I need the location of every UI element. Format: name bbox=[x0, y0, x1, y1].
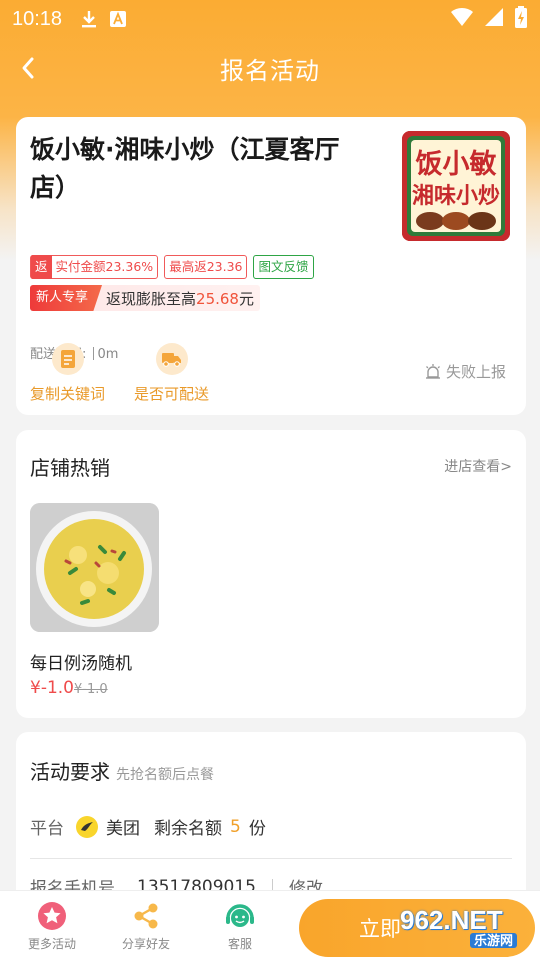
document-icon bbox=[51, 343, 84, 375]
share-icon bbox=[134, 903, 158, 929]
copy-keyword-button[interactable]: 复制关键词 bbox=[30, 343, 105, 404]
truck-icon bbox=[155, 343, 188, 375]
tab-customer-service-label: 客服 bbox=[227, 937, 252, 951]
newbie-badge: 新人专享 bbox=[30, 285, 103, 311]
status-time: 10:18 bbox=[12, 7, 63, 30]
divider bbox=[30, 858, 512, 859]
dish-original-price: ¥-1.0 bbox=[74, 682, 108, 697]
meituan-icon bbox=[76, 815, 98, 838]
requirements-title: 活动要求 bbox=[30, 760, 110, 784]
dish-name: 每日例汤随机 bbox=[30, 654, 132, 674]
dish-current-price: ¥-1.0 bbox=[30, 678, 74, 698]
newbie-text-label: 返现膨胀至高 bbox=[106, 289, 197, 308]
copy-keyword-label: 复制关键词 bbox=[30, 385, 106, 403]
alarm-icon bbox=[426, 363, 440, 379]
dish-price: ¥-1.0¥-1.0 bbox=[30, 678, 108, 698]
newbie-amount: 25.68 bbox=[196, 289, 239, 308]
signal-icon bbox=[484, 7, 504, 31]
failure-report-label: 失败上报 bbox=[446, 363, 507, 381]
dish-image[interactable] bbox=[30, 503, 159, 632]
cashback-tag: 返 实付金额23.36% bbox=[30, 255, 159, 279]
app-a-icon bbox=[110, 11, 127, 27]
watermark: 962.NET 乐游网 bbox=[400, 905, 518, 949]
tab-share-friends-label: 分享好友 bbox=[121, 937, 170, 951]
promo-tags: 返 实付金额23.36% 最高返23.36 图文反馈 bbox=[30, 255, 314, 279]
hot-sales-title: 店铺热销 bbox=[30, 456, 110, 480]
platform-label: 平台 bbox=[30, 819, 64, 839]
hot-sales-card: 店铺热销 进店查看> 每日例汤随机 ¥-1.0¥-1.0 bbox=[16, 430, 526, 718]
remaining-count: 5 bbox=[230, 816, 241, 837]
status-bar: 10:18 bbox=[0, 0, 540, 38]
requirements-subtitle: 先抢名额后点餐 bbox=[116, 767, 214, 783]
shop-logo: 饭小敏 湘味小炒 bbox=[402, 131, 510, 241]
tab-customer-service[interactable]: 客服 bbox=[200, 901, 280, 952]
platform-row: 平台 美团 剩余名额 5 份 bbox=[30, 814, 266, 839]
delivery-check-label: 是否可配送 bbox=[134, 385, 210, 403]
delivery-check-button[interactable]: 是否可配送 bbox=[134, 343, 209, 404]
logo-text-bottom: 湘味小炒 bbox=[412, 184, 500, 209]
tab-more-activities[interactable]: 更多活动 bbox=[12, 901, 92, 952]
chevron-left-icon bbox=[22, 57, 34, 79]
headset-icon bbox=[226, 904, 254, 927]
nav-bar: 报名活动 bbox=[0, 40, 540, 96]
download-icon bbox=[80, 9, 98, 29]
cashback-tag-head: 返 bbox=[31, 255, 52, 279]
enter-shop-link[interactable]: 进店查看> bbox=[444, 456, 512, 476]
shop-name: 饭小敏·湘味小炒（江夏客厅店） bbox=[30, 135, 340, 202]
platform-value: 美团 bbox=[106, 819, 140, 839]
newbie-unit: 元 bbox=[238, 289, 254, 308]
failure-report-button[interactable]: 失败上报 bbox=[424, 361, 506, 382]
wifi-icon bbox=[450, 7, 474, 31]
back-button[interactable] bbox=[14, 54, 42, 82]
feedback-tag: 图文反馈 bbox=[253, 255, 314, 279]
newbie-text: 返现膨胀至高25.68元 bbox=[106, 288, 254, 309]
watermark-small: 乐游网 bbox=[470, 933, 518, 948]
cashback-tag-label: 实付金额23.36% bbox=[55, 259, 154, 274]
shop-card: 饭小敏·湘味小炒（江夏客厅店） 饭小敏 湘味小炒 配送时间: 0m 返 实付金额… bbox=[16, 117, 526, 415]
newbie-promo: 新人专享 返现膨胀至高25.68元 bbox=[30, 285, 260, 311]
max-cashback-tag: 最高返23.36 bbox=[164, 255, 248, 279]
battery-charging-icon bbox=[514, 6, 528, 32]
tab-more-activities-label: 更多活动 bbox=[27, 937, 76, 951]
remaining-label: 剩余名额 bbox=[154, 819, 222, 839]
requirements-header: 活动要求 先抢名额后点餐 bbox=[30, 756, 214, 785]
tab-share-friends[interactable]: 分享好友 bbox=[106, 901, 186, 952]
watermark-big: 962.NET bbox=[400, 905, 503, 935]
page-title: 报名活动 bbox=[220, 56, 320, 85]
star-icon bbox=[38, 902, 66, 930]
logo-text-top: 饭小敏 bbox=[416, 149, 497, 180]
remaining-unit: 份 bbox=[248, 819, 266, 839]
